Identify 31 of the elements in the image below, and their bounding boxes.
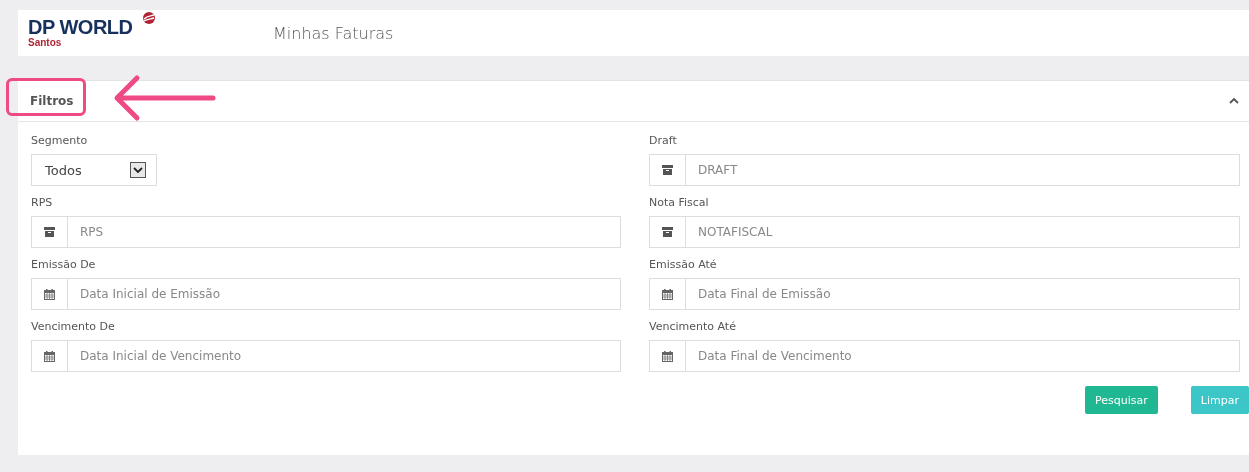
field-label: Segmento — [31, 134, 89, 148]
segment-select[interactable]: Todos — [31, 154, 157, 186]
input-field[interactable]: RPS — [68, 216, 621, 248]
archive-icon — [662, 227, 673, 237]
input-field[interactable]: DRAFT — [686, 154, 1240, 186]
calendar-icon — [44, 288, 55, 300]
input-field[interactable]: Data Inicial de Emissão — [68, 278, 621, 310]
page-title: Minhas Faturas — [273, 23, 394, 43]
archive-icon — [662, 165, 673, 175]
search-button[interactable]: Pesquisar — [1085, 386, 1158, 414]
logo-text: DP WORLD — [28, 17, 133, 37]
archive-icon — [44, 227, 55, 237]
input-field[interactable]: Data Final de Emissão — [686, 278, 1240, 310]
field-label: Draft — [649, 134, 678, 148]
calendar-icon — [662, 288, 673, 300]
input-field[interactable]: NOTAFISCAL — [686, 216, 1240, 248]
field-label: Vencimento De — [31, 320, 116, 334]
field-label: Nota Fiscal — [649, 196, 710, 210]
field-label: Emissão De — [31, 258, 97, 272]
collapse-icon[interactable] — [1229, 97, 1239, 105]
input-field[interactable]: Data Inicial de Vencimento — [68, 340, 621, 372]
input-field[interactable]: Data Final de Vencimento — [686, 340, 1240, 372]
logo-subtitle: Santos — [28, 37, 62, 49]
field-label: RPS — [31, 196, 54, 210]
field-label: Emissão Até — [649, 258, 718, 272]
dropdown-icon[interactable] — [130, 162, 146, 178]
calendar-icon — [44, 350, 55, 362]
calendar-icon — [662, 350, 673, 362]
clear-button[interactable]: Limpar — [1190, 386, 1249, 414]
field-label: Vencimento Até — [649, 320, 737, 334]
panel-title: Filtros — [30, 94, 74, 108]
